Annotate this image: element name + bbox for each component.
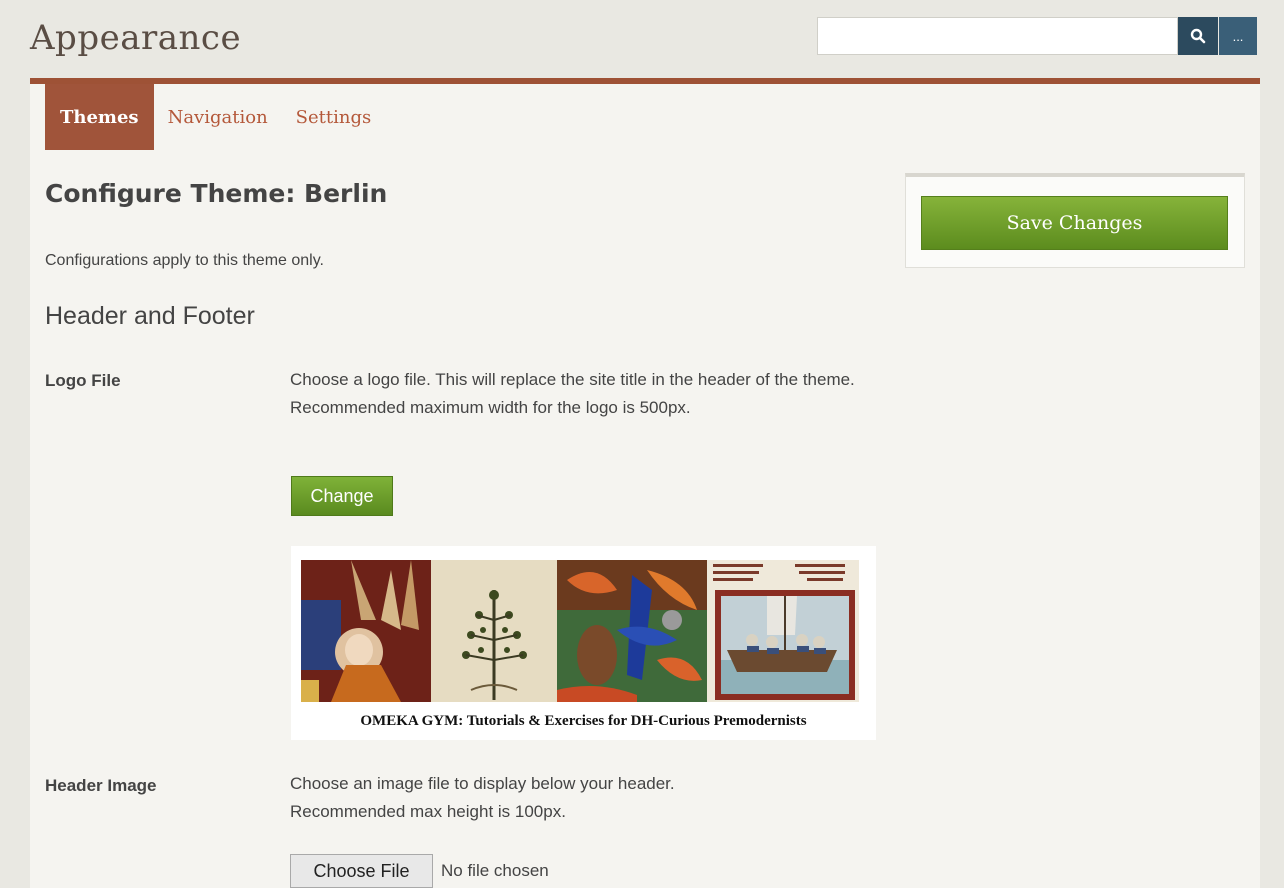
logo-artwork <box>301 560 859 702</box>
file-status: No file chosen <box>441 861 549 880</box>
config-note: Configurations apply to this theme only. <box>45 252 324 269</box>
header-image-file-picker: Choose File No file chosen <box>290 854 549 888</box>
choose-file-button[interactable]: Choose File <box>290 854 433 888</box>
logo-file-description: Choose a logo file. This will replace th… <box>290 370 855 417</box>
search-input[interactable] <box>817 17 1178 55</box>
logo-caption: OMEKA GYM: Tutorials & Exercises for DH-… <box>360 713 807 729</box>
advanced-search-button[interactable]: ... <box>1219 17 1257 55</box>
initial-illustration <box>557 560 707 702</box>
boat-illustration <box>707 560 859 702</box>
header-footer-heading: Header and Footer <box>45 302 255 330</box>
save-changes-button[interactable]: Save Changes <box>921 196 1228 250</box>
tab-navigation[interactable]: Navigation <box>154 84 282 150</box>
search-button[interactable] <box>1178 17 1218 55</box>
header-image-label: Header Image <box>45 776 157 795</box>
plant-illustration <box>431 560 557 702</box>
search-bar: ... <box>817 17 1257 55</box>
appearance-page: Appearance ... Themes Navigation Setting… <box>0 0 1284 888</box>
logo-preview: OMEKA GYM: Tutorials & Exercises for DH-… <box>291 546 876 740</box>
appearance-tabs: Themes Navigation Settings <box>45 84 385 150</box>
save-panel: Save Changes <box>905 173 1245 268</box>
angel-illustration <box>301 560 431 702</box>
configure-theme-title: Configure Theme: Berlin <box>45 179 388 208</box>
page-title: Appearance <box>30 18 242 58</box>
header-image-description: Choose an image file to display below yo… <box>290 774 675 821</box>
tab-themes[interactable]: Themes <box>45 84 154 150</box>
change-logo-button[interactable]: Change <box>291 476 393 516</box>
tab-settings[interactable]: Settings <box>282 84 386 150</box>
logo-file-label: Logo File <box>45 371 121 390</box>
search-icon <box>1190 28 1206 44</box>
